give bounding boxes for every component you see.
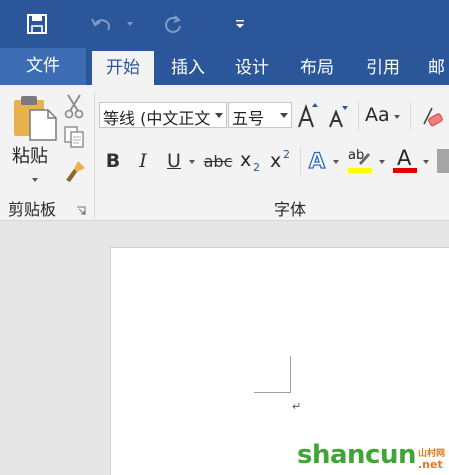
format-painter-icon[interactable]: [62, 158, 88, 184]
font-color-dropdown-icon[interactable]: [423, 160, 429, 164]
divider: [358, 102, 359, 130]
shrink-font-button[interactable]: [327, 103, 349, 129]
paste-dropdown-icon[interactable]: [32, 178, 38, 182]
superscript-base: x: [270, 150, 282, 172]
save-icon[interactable]: [22, 0, 52, 48]
font-size-dropdown[interactable]: 五号: [228, 102, 292, 128]
document-area: ↵: [0, 221, 449, 475]
superscript-mark: 2: [283, 148, 290, 161]
font-color-button[interactable]: A: [392, 146, 418, 176]
margin-corner-mark: [254, 356, 291, 393]
clipboard-group-label: 剪贴板: [8, 200, 57, 219]
subscript-base: x: [240, 149, 252, 171]
site-watermark: shancun 山村网 .net: [297, 440, 445, 470]
highlighter-pen-icon: [359, 153, 370, 165]
highlight-color-bar: [348, 168, 372, 173]
font-size-value: 五号: [232, 109, 265, 128]
tab-layout[interactable]: 布局: [286, 51, 348, 85]
change-case-dropdown-icon[interactable]: [394, 115, 400, 119]
paragraph-mark: ↵: [292, 400, 302, 413]
title-bar: [0, 0, 449, 48]
clipboard-dialog-launcher-icon[interactable]: [76, 201, 86, 215]
cut-icon[interactable]: [62, 93, 86, 119]
character-shading-icon[interactable]: [437, 149, 449, 173]
bold-button[interactable]: B: [102, 146, 124, 176]
underline-button[interactable]: U: [163, 146, 185, 176]
shrink-font-icon: [329, 106, 348, 128]
superscript-button[interactable]: x 2: [270, 146, 294, 176]
subscript-mark: 2: [253, 161, 260, 174]
strikethrough-button[interactable]: abc: [204, 146, 233, 176]
text-effects-button[interactable]: A: [306, 146, 328, 176]
group-divider: [94, 92, 95, 218]
paste-button[interactable]: 粘贴: [8, 92, 60, 192]
highlight-dropdown-icon[interactable]: [379, 160, 385, 164]
underline-dropdown-icon[interactable]: [189, 160, 195, 164]
watermark-suffix: .net: [417, 458, 443, 471]
customize-quick-access-icon[interactable]: [230, 0, 250, 48]
paste-label: 粘贴: [12, 146, 48, 167]
tab-file[interactable]: 文件: [0, 48, 86, 85]
tab-mailings[interactable]: 邮: [420, 51, 449, 85]
copy-icon[interactable]: [62, 125, 86, 149]
divider: [410, 102, 411, 130]
redo-icon[interactable]: [158, 0, 188, 48]
clear-formatting-icon[interactable]: [420, 104, 444, 130]
font-color-label: A: [397, 146, 412, 170]
divider: [300, 147, 301, 175]
font-color-bar: [393, 168, 417, 173]
subscript-button[interactable]: x 2: [240, 146, 264, 176]
tab-design[interactable]: 设计: [222, 51, 282, 85]
chevron-down-icon: [215, 113, 223, 118]
text-effects-dropdown-icon[interactable]: [333, 160, 339, 164]
tab-references[interactable]: 引用: [352, 51, 414, 85]
ribbon-tab-bar: 文件 开始 插入 设计 布局 引用 邮: [0, 48, 449, 85]
clipboard-paste-icon: [12, 94, 60, 146]
tab-home[interactable]: 开始: [92, 51, 154, 85]
grow-font-button[interactable]: [297, 101, 319, 129]
undo-icon[interactable]: [86, 0, 116, 48]
tab-insert[interactable]: 插入: [158, 51, 218, 85]
undo-dropdown-icon[interactable]: [122, 0, 138, 48]
watermark-text: shancun: [297, 440, 416, 470]
font-name-value: 等线 (中文正文: [103, 109, 211, 128]
font-group-label: 字体: [274, 200, 307, 219]
grow-font-icon: [298, 103, 318, 128]
italic-button[interactable]: I: [132, 146, 154, 176]
change-case-button[interactable]: Aa: [365, 104, 390, 126]
chevron-down-icon: [280, 113, 288, 118]
font-name-dropdown[interactable]: 等线 (中文正文: [99, 102, 227, 128]
highlight-button[interactable]: ab: [346, 148, 374, 176]
